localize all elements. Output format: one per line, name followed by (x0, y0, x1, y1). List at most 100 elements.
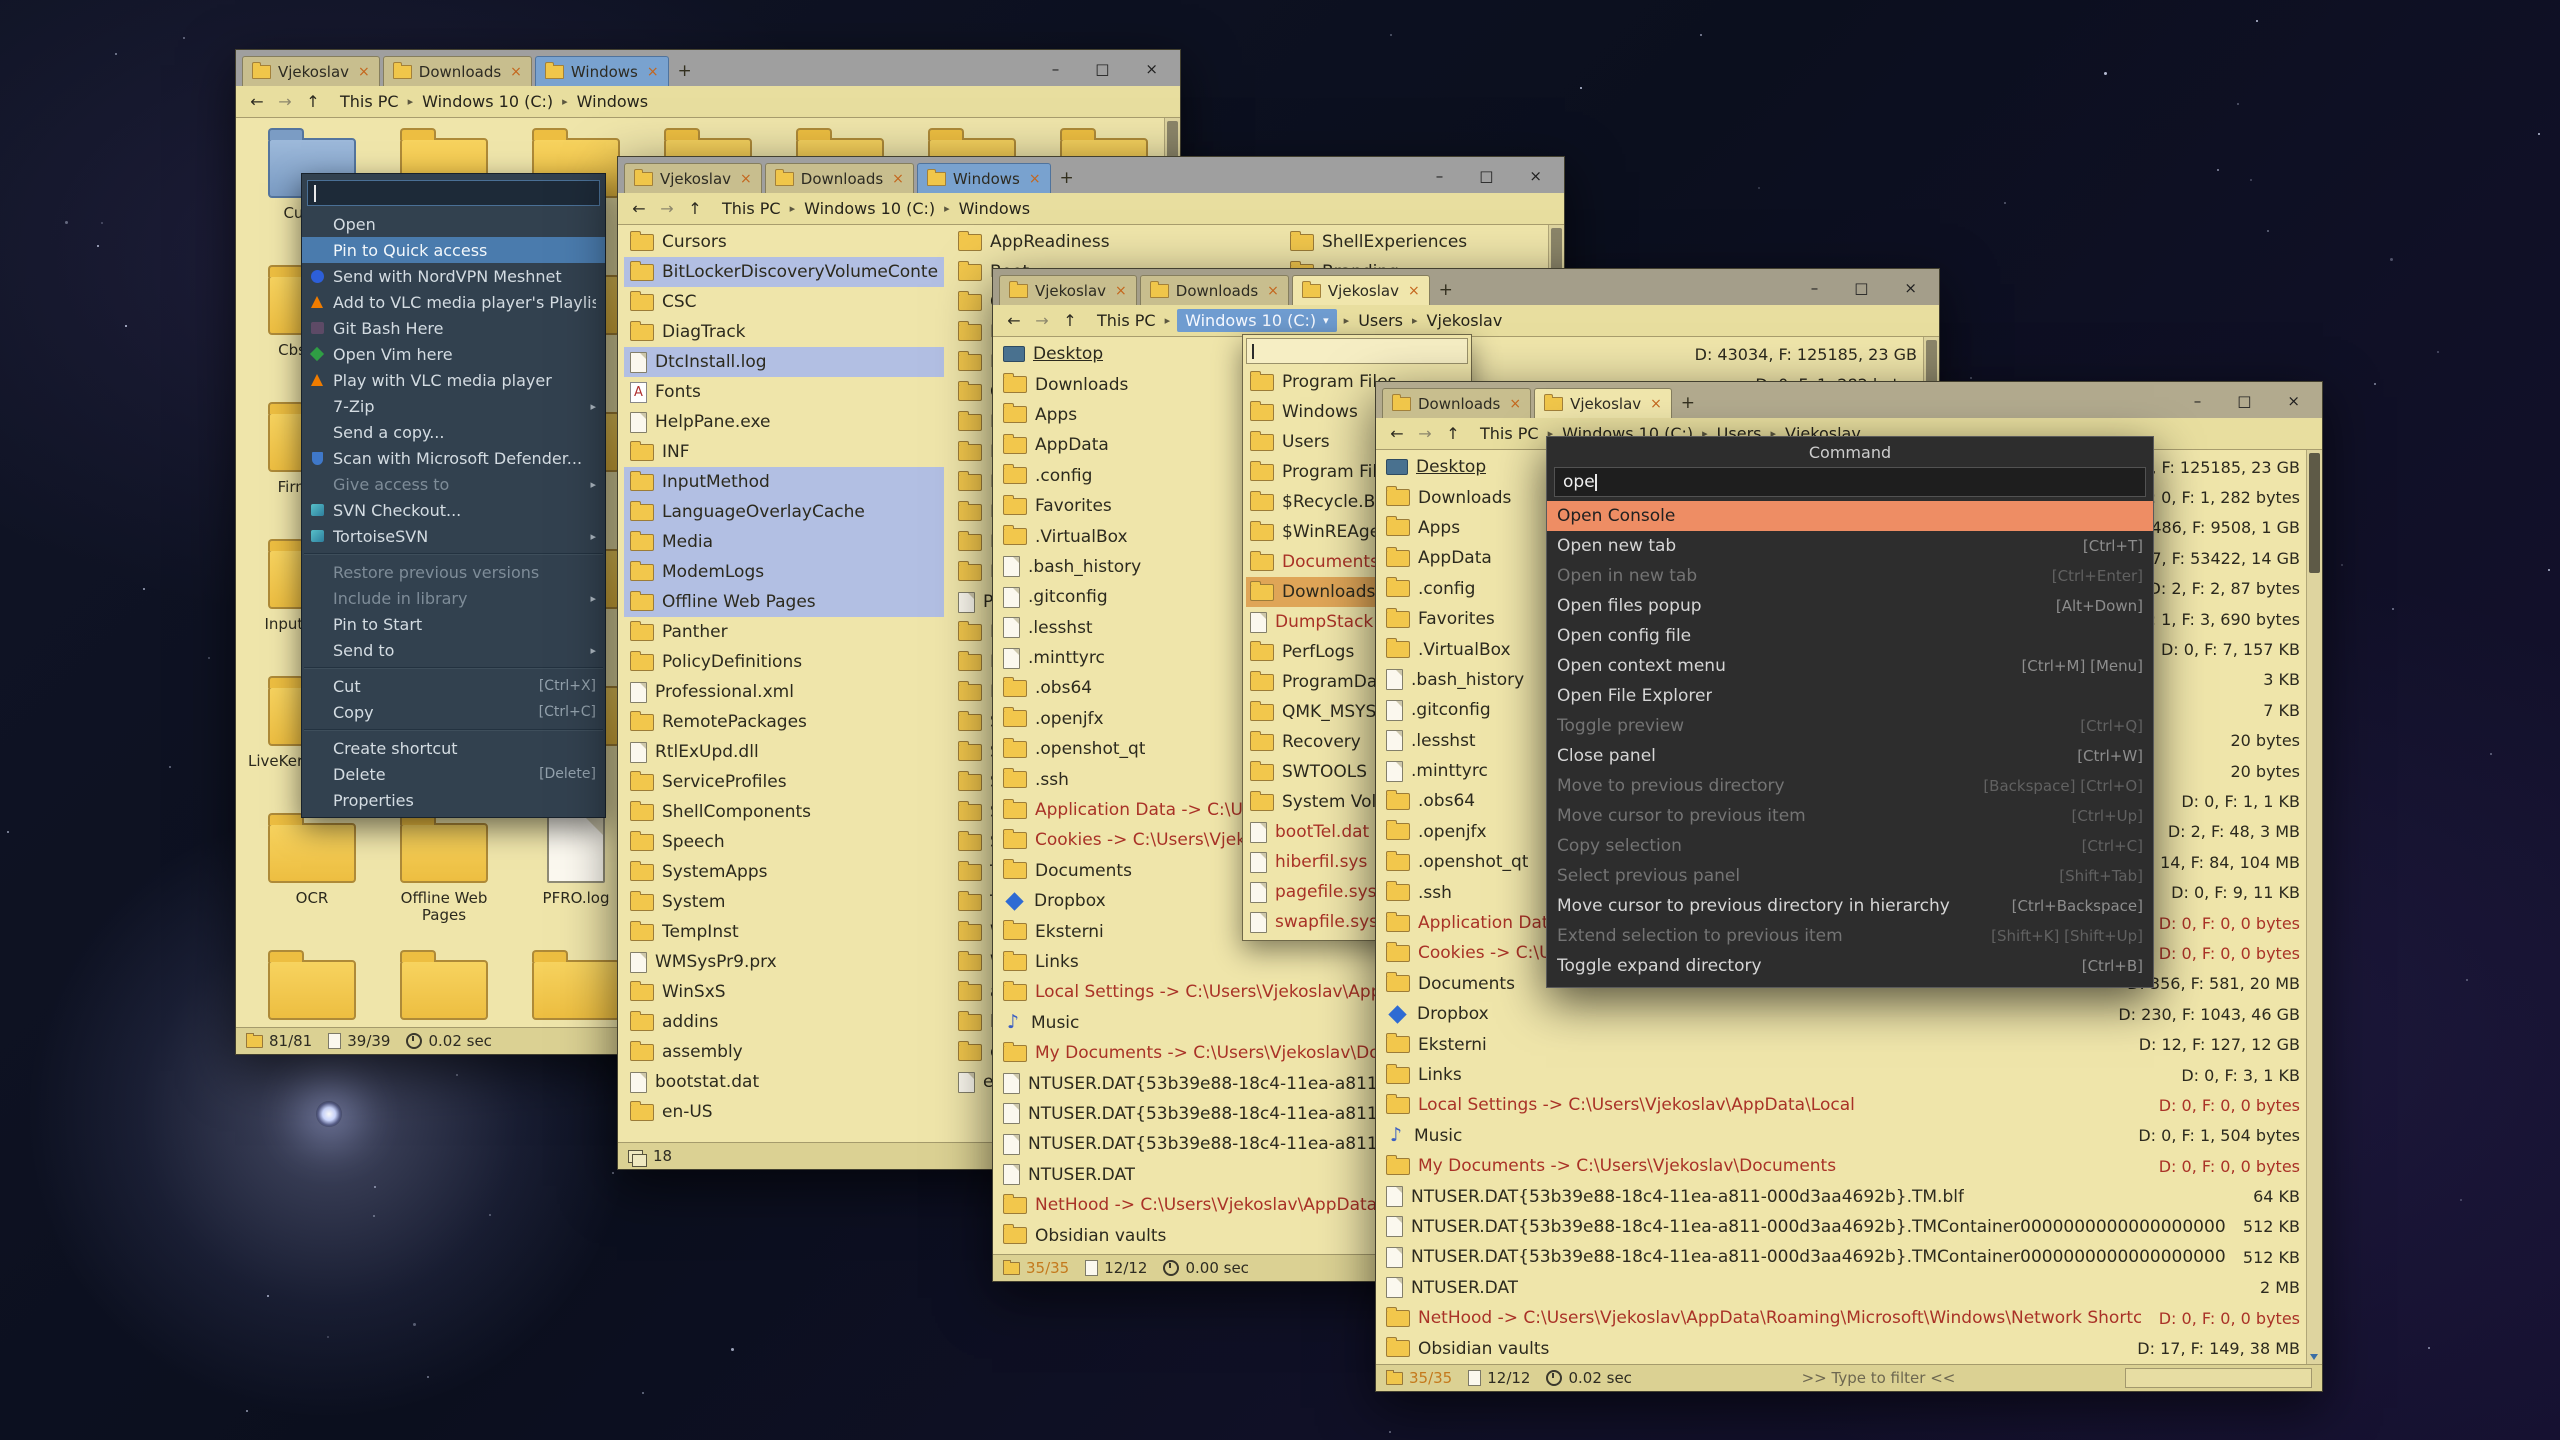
tab-windows[interactable]: Windows× (535, 56, 669, 86)
palette-item[interactable]: Copy selection[Ctrl+C] (1547, 831, 2153, 861)
file-row[interactable]: PolicyDefinitions (624, 647, 944, 677)
breadcrumb-item[interactable]: Users (1356, 310, 1405, 331)
up-button[interactable]: ↑ (1440, 422, 1466, 446)
new-tab-button[interactable]: + (1675, 390, 1701, 416)
breadcrumb-item[interactable]: Windows 10 (C:) (420, 91, 555, 112)
minimize-button[interactable]: – (1811, 281, 1819, 296)
palette-item[interactable]: Toggle expand directory[Ctrl+B] (1547, 951, 2153, 981)
palette-item[interactable]: Move cursor to previous directory in hie… (1547, 891, 2153, 921)
menu-item[interactable]: Give access to▸ (302, 471, 605, 497)
menu-item[interactable]: Scan with Microsoft Defender... (302, 445, 605, 471)
tab-close-icon[interactable]: × (1267, 284, 1279, 298)
file-row[interactable]: SystemApps (624, 857, 944, 887)
file-row[interactable]: addins (624, 1007, 944, 1037)
tab-close-icon[interactable]: × (510, 65, 522, 79)
file-row[interactable]: NTUSER.DAT{53b39e88-18c4-11ea-a811-000d3… (1380, 1181, 2306, 1211)
back-button[interactable]: ← (1384, 422, 1410, 446)
new-tab-button[interactable]: + (1054, 165, 1080, 191)
file-row[interactable]: bootstat.dat (624, 1067, 944, 1097)
menu-item[interactable]: SVN Checkout... (302, 497, 605, 523)
file-row[interactable]: ♪MusicD: 0, F: 1, 504 bytes (1380, 1121, 2306, 1151)
scroll-down-arrow-icon[interactable] (2310, 1354, 2318, 1360)
tab-vjekoslav[interactable]: Vjekoslav× (1534, 388, 1672, 418)
scrollbar-thumb[interactable] (2309, 453, 2320, 573)
tab-downloads[interactable]: Downloads× (383, 56, 532, 86)
maximize-button[interactable]: □ (1095, 62, 1109, 77)
palette-item[interactable]: Close panel[Ctrl+W] (1547, 741, 2153, 771)
breadcrumb-item[interactable]: Windows 10 (C:)▾ (1177, 309, 1337, 332)
tab-vjekoslav[interactable]: Vjekoslav× (999, 275, 1137, 305)
tab-close-icon[interactable]: × (1029, 172, 1041, 186)
file-row[interactable]: NTUSER.DAT{53b39e88-18c4-11ea-a811-000d3… (1380, 1212, 2306, 1242)
breadcrumb-item[interactable]: Windows (957, 198, 1032, 219)
file-row[interactable]: RemotePackages (624, 707, 944, 737)
tab-downloads[interactable]: Downloads× (1382, 388, 1531, 418)
up-button[interactable]: ↑ (682, 197, 708, 221)
tab-vjekoslav[interactable]: Vjekoslav× (242, 56, 380, 86)
tab-close-icon[interactable]: × (1115, 284, 1127, 298)
file-row[interactable]: BitLockerDiscoveryVolumeContents (624, 257, 944, 287)
menu-item[interactable]: Send with NordVPN Meshnet (302, 263, 605, 289)
palette-item[interactable]: Open new tab[Ctrl+T] (1547, 531, 2153, 561)
tab-close-icon[interactable]: × (647, 65, 659, 79)
file-row[interactable]: EksterniD: 12, F: 127, 12 GB (1380, 1029, 2306, 1059)
file-row[interactable]: NetHood -> C:\Users\Vjekoslav\AppData\Ro… (1380, 1303, 2306, 1333)
close-button[interactable]: × (2287, 394, 2300, 409)
grid-item[interactable]: PolicyDefinitions (246, 948, 378, 1027)
file-row[interactable]: RtlExUpd.dll (624, 737, 944, 767)
grid-item[interactable]: Offline Web Pages (378, 811, 510, 945)
menu-item[interactable]: TortoiseSVN▸ (302, 523, 605, 549)
palette-item[interactable]: Open context menu[Ctrl+M] [Menu] (1547, 651, 2153, 681)
back-button[interactable]: ← (626, 197, 652, 221)
file-row[interactable]: Obsidian vaultsD: 17, F: 149, 38 MB (1380, 1333, 2306, 1363)
tab-downloads[interactable]: Downloads× (1140, 275, 1289, 305)
forward-button[interactable]: → (1412, 422, 1438, 446)
file-row[interactable]: Media (624, 527, 944, 557)
file-row[interactable]: AppReadiness (952, 227, 1272, 257)
file-row[interactable]: My Documents -> C:\Users\Vjekoslav\Docum… (1380, 1151, 2306, 1181)
file-row[interactable]: NTUSER.DAT2 MB (1380, 1273, 2306, 1303)
menu-item[interactable]: Add to VLC media player's Playlist (302, 289, 605, 315)
menu-item[interactable]: Open Vim here (302, 341, 605, 367)
dropdown-filter-input[interactable] (1246, 338, 1468, 364)
palette-item[interactable]: Move cursor to previous item[Ctrl+Up] (1547, 801, 2153, 831)
back-button[interactable]: ← (1001, 309, 1027, 333)
file-row[interactable]: Speech (624, 827, 944, 857)
maximize-button[interactable]: □ (1854, 281, 1868, 296)
file-row[interactable]: System (624, 887, 944, 917)
breadcrumb-item[interactable]: This PC (338, 91, 401, 112)
file-row[interactable]: LanguageOverlayCache (624, 497, 944, 527)
breadcrumb-item[interactable]: Vjekoslav (1425, 310, 1505, 331)
tab-close-icon[interactable]: × (1509, 397, 1521, 411)
forward-button[interactable]: → (1029, 309, 1055, 333)
tab-vjekoslav[interactable]: Vjekoslav× (624, 163, 762, 193)
grid-item[interactable]: Prefetch (378, 948, 510, 1027)
menu-item[interactable]: Open (302, 211, 605, 237)
breadcrumb-item[interactable]: This PC (1095, 310, 1158, 331)
file-row[interactable]: DropboxD: 230, F: 1043, 46 GB (1380, 999, 2306, 1029)
scrollbar[interactable] (2306, 450, 2322, 1364)
up-button[interactable]: ↑ (1057, 309, 1083, 333)
close-button[interactable]: × (1904, 281, 1917, 296)
menu-item[interactable]: Restore previous versions (302, 559, 605, 585)
palette-item[interactable]: Extend selection to previous item[Shift+… (1547, 921, 2153, 951)
file-row[interactable]: DiagTrack (624, 317, 944, 347)
palette-search-input[interactable]: ope (1554, 467, 2146, 497)
close-button[interactable]: × (1529, 169, 1542, 184)
file-row[interactable]: en-US (624, 1097, 944, 1127)
minimize-button[interactable]: – (1436, 169, 1444, 184)
palette-item[interactable]: Open files popup[Alt+Down] (1547, 591, 2153, 621)
menu-item[interactable]: Send a copy... (302, 419, 605, 445)
menu-item[interactable]: Cut[Ctrl+X] (302, 673, 605, 699)
breadcrumb-item[interactable]: This PC (1478, 423, 1541, 444)
maximize-button[interactable]: □ (1479, 169, 1493, 184)
menu-item[interactable]: Pin to Start (302, 611, 605, 637)
minimize-button[interactable]: – (2194, 394, 2202, 409)
tab-windows[interactable]: Windows× (917, 163, 1051, 193)
file-row[interactable]: InputMethod (624, 467, 944, 497)
tab-downloads[interactable]: Downloads× (765, 163, 914, 193)
file-row[interactable]: HelpPane.exe (624, 407, 944, 437)
minimize-button[interactable]: – (1052, 62, 1060, 77)
menu-item[interactable]: Play with VLC media player (302, 367, 605, 393)
breadcrumb-item[interactable]: This PC (720, 198, 783, 219)
